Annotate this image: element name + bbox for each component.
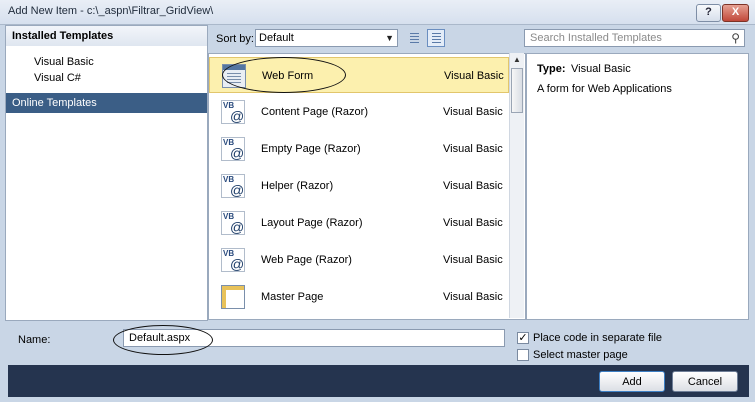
type-label: Type: bbox=[537, 63, 566, 75]
template-name: Master Page bbox=[261, 291, 324, 303]
select-master-page-label[interactable]: Select master page bbox=[533, 349, 628, 361]
template-item-content-page[interactable]: VB @ Content Page (Razor) Visual Basic bbox=[209, 94, 509, 130]
scroll-thumb[interactable] bbox=[511, 68, 523, 113]
scroll-up-icon[interactable]: ▲ bbox=[510, 53, 524, 67]
search-input[interactable]: Search Installed Templates ⚲ bbox=[524, 29, 745, 47]
help-button[interactable]: ? bbox=[696, 4, 721, 22]
vb-razor-icon: VB @ bbox=[221, 137, 245, 161]
close-button[interactable]: X bbox=[722, 4, 749, 22]
search-icon[interactable]: ⚲ bbox=[731, 31, 740, 45]
dialog-footer: Add Cancel bbox=[8, 365, 749, 397]
template-category-pane: Installed Templates Visual Basic Visual … bbox=[5, 25, 208, 321]
medium-icons-view-button[interactable] bbox=[427, 29, 445, 47]
search-placeholder: Search Installed Templates bbox=[530, 32, 662, 44]
add-new-item-dialog: Add New Item - c:\_aspn\Filtrar_GridView… bbox=[0, 0, 755, 402]
vb-razor-icon: VB @ bbox=[221, 211, 245, 235]
chevron-down-icon: ▼ bbox=[385, 33, 394, 43]
cancel-button[interactable]: Cancel bbox=[672, 371, 738, 392]
installed-templates-header[interactable]: Installed Templates bbox=[6, 26, 207, 46]
master-page-icon bbox=[221, 285, 245, 309]
template-item-web-page[interactable]: VB @ Web Page (Razor) Visual Basic bbox=[209, 242, 509, 278]
template-type: Visual Basic bbox=[443, 180, 503, 192]
window-title: Add New Item - c:\_aspn\Filtrar_GridView… bbox=[8, 5, 214, 17]
sort-by-value: Default bbox=[259, 32, 294, 44]
template-name: Empty Page (Razor) bbox=[261, 143, 361, 155]
type-value: Visual Basic bbox=[571, 63, 631, 75]
template-list-scrollbar[interactable]: ▲ bbox=[509, 53, 524, 318]
place-code-separate-label[interactable]: Place code in separate file bbox=[533, 332, 662, 344]
vb-razor-icon: VB @ bbox=[221, 174, 245, 198]
grid-view-icon bbox=[432, 33, 441, 44]
sort-by-label: Sort by: bbox=[216, 33, 254, 45]
template-item-helper[interactable]: VB @ Helper (Razor) Visual Basic bbox=[209, 168, 509, 204]
template-type: Visual Basic bbox=[443, 106, 503, 118]
annotation-oval-web-form bbox=[222, 57, 346, 93]
template-list: Web Form Visual Basic VB @ Content Page (… bbox=[208, 53, 526, 320]
template-item-master-page[interactable]: Master Page Visual Basic bbox=[209, 279, 509, 315]
template-type: Visual Basic bbox=[443, 143, 503, 155]
vb-razor-icon: VB @ bbox=[221, 248, 245, 272]
title-bar: Add New Item - c:\_aspn\Filtrar_GridView… bbox=[0, 0, 755, 25]
small-icons-view-button[interactable] bbox=[405, 29, 423, 47]
online-templates-item[interactable]: Online Templates bbox=[6, 93, 207, 113]
template-type: Visual Basic bbox=[443, 291, 503, 303]
template-type: Visual Basic bbox=[443, 217, 503, 229]
sort-by-dropdown[interactable]: Default ▼ bbox=[255, 29, 398, 47]
name-label: Name: bbox=[18, 334, 51, 346]
category-visual-basic[interactable]: Visual Basic bbox=[34, 56, 94, 68]
list-view-icon bbox=[410, 33, 419, 44]
template-type: Visual Basic bbox=[444, 70, 504, 82]
template-name: Content Page (Razor) bbox=[261, 106, 368, 118]
template-name: Helper (Razor) bbox=[261, 180, 334, 192]
template-details-pane: Type: Visual Basic A form for Web Applic… bbox=[526, 53, 749, 320]
template-type: Visual Basic bbox=[443, 254, 503, 266]
template-name: Web Page (Razor) bbox=[261, 254, 352, 266]
template-item-empty-page[interactable]: VB @ Empty Page (Razor) Visual Basic bbox=[209, 131, 509, 167]
template-item-layout-page[interactable]: VB @ Layout Page (Razor) Visual Basic bbox=[209, 205, 509, 241]
select-master-page-checkbox[interactable] bbox=[517, 349, 529, 361]
category-visual-csharp[interactable]: Visual C# bbox=[34, 72, 81, 84]
template-description: A form for Web Applications bbox=[537, 83, 672, 95]
add-button[interactable]: Add bbox=[599, 371, 665, 392]
place-code-separate-checkbox[interactable]: ✓ bbox=[517, 332, 529, 344]
vb-razor-icon: VB @ bbox=[221, 100, 245, 124]
annotation-oval-name bbox=[113, 325, 213, 355]
template-name: Layout Page (Razor) bbox=[261, 217, 363, 229]
